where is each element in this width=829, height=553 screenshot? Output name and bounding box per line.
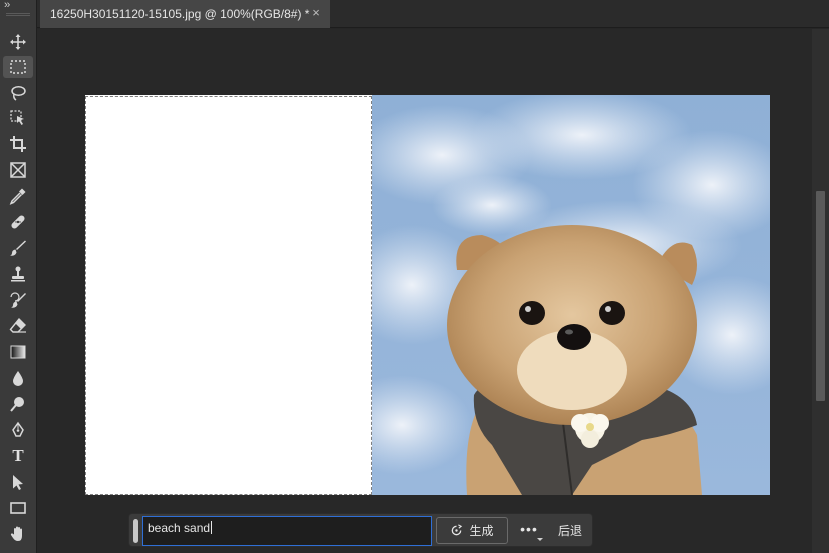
path-selection-tool[interactable]: [3, 471, 33, 493]
brush-tool[interactable]: [3, 237, 33, 259]
object-selection-icon: [10, 110, 24, 125]
object-selection-tool[interactable]: [3, 107, 33, 129]
type-icon: T: [12, 446, 24, 465]
dropdown-triangle-icon: [537, 538, 543, 541]
dodge-tool[interactable]: [3, 393, 33, 415]
arrow-icon: [13, 475, 23, 490]
document-tab-title: 16250H30151120-15105.jpg @ 100%(RGB/8#) …: [50, 7, 310, 21]
pen-icon: [12, 421, 24, 437]
more-options-button[interactable]: •••: [515, 520, 543, 542]
move-icon: [10, 34, 26, 50]
close-icon[interactable]: ×: [310, 6, 322, 19]
more-options-icon: •••: [520, 521, 538, 537]
clone-stamp-tool[interactable]: [3, 263, 33, 285]
history-brush-icon: [10, 292, 26, 308]
generate-button[interactable]: 生成: [436, 517, 508, 544]
pen-tool[interactable]: [3, 419, 33, 441]
frame-icon: [10, 162, 26, 178]
toolbar-grip[interactable]: [6, 13, 30, 16]
text-caret: [211, 521, 213, 534]
prompt-text: beach sand: [148, 521, 211, 535]
contextual-task-bar: beach sand 生成 ••• 后退: [128, 513, 593, 547]
document-canvas[interactable]: [85, 95, 770, 495]
dog-photo: [372, 95, 770, 495]
rectangle-tool[interactable]: [3, 497, 33, 519]
hand-icon: [10, 526, 22, 541]
generate-label: 生成: [469, 524, 494, 538]
scrollbar-thumb[interactable]: [816, 191, 825, 401]
crop-tool[interactable]: [3, 133, 33, 155]
frame-tool[interactable]: [3, 159, 33, 181]
eyedropper-tool[interactable]: [3, 185, 33, 207]
generate-icon: [452, 524, 463, 536]
collapse-toolbar-icon[interactable]: ››: [4, 0, 10, 11]
vertical-scrollbar[interactable]: [812, 29, 829, 553]
document-tab-bar: 16250H30151120-15105.jpg @ 100%(RGB/8#) …: [37, 0, 829, 28]
brush-icon: [10, 240, 26, 256]
drop-icon: [13, 371, 23, 386]
generative-fill-prompt-input[interactable]: beach sand: [142, 516, 432, 546]
eraser-tool[interactable]: [3, 315, 33, 337]
move-tool[interactable]: [3, 31, 33, 53]
lasso-tool[interactable]: [3, 82, 33, 104]
lasso-icon: [11, 86, 26, 101]
spot-healing-tool[interactable]: [3, 211, 33, 233]
marquee-icon: [10, 60, 26, 74]
stamp-icon: [11, 266, 25, 282]
type-tool[interactable]: T: [3, 445, 33, 467]
rectangle-icon: [10, 502, 26, 514]
gradient-icon: [10, 345, 26, 359]
hand-tool[interactable]: [3, 523, 33, 545]
task-bar-drag-handle[interactable]: [133, 519, 138, 543]
blur-tool[interactable]: [3, 367, 33, 389]
tools-panel: ›› T: [0, 0, 37, 553]
rectangular-marquee-tool[interactable]: [3, 56, 33, 78]
eyedropper-icon: [9, 188, 26, 205]
gradient-tool[interactable]: [3, 341, 33, 363]
dodge-icon: [10, 397, 24, 412]
bandage-icon: [11, 215, 25, 229]
eraser-icon: [9, 317, 26, 333]
history-brush-tool[interactable]: [3, 289, 33, 311]
undo-button[interactable]: 后退: [553, 520, 587, 542]
document-tab[interactable]: 16250H30151120-15105.jpg @ 100%(RGB/8#) …: [40, 0, 330, 28]
crop-icon: [10, 136, 26, 152]
photoshop-window: ›› T 16250H30151120-15105.jpg @ 100%(RGB…: [0, 0, 829, 553]
